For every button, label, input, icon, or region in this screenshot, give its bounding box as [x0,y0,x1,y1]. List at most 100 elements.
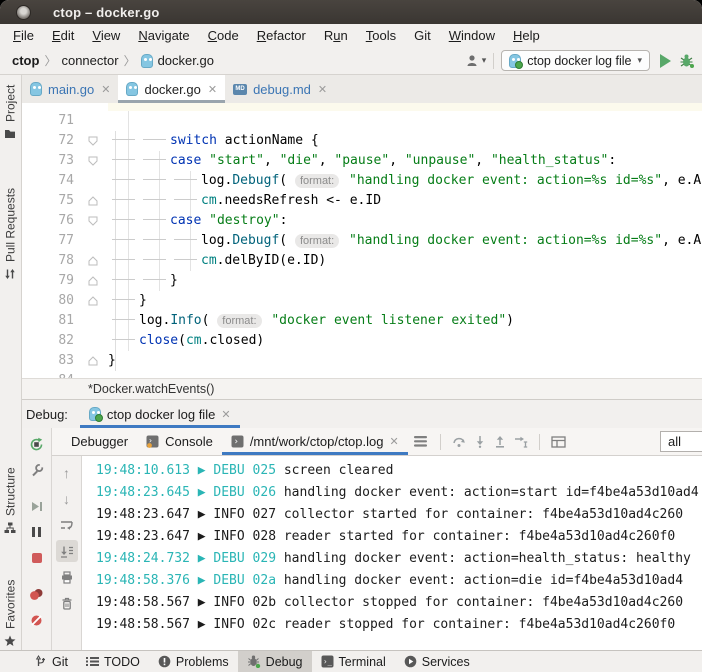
log-timestamp: 19:48:58.567 [96,617,198,632]
line-number[interactable]: 79 [22,271,80,291]
menu-navigate[interactable]: Navigate [129,26,198,45]
log-level-filter[interactable]: all [660,431,702,452]
line-number[interactable]: 78 [22,251,80,271]
sidebar-item-pull-requests[interactable]: Pull Requests [0,159,21,309]
console-tab--mnt-work-ctop-ctop-log[interactable]: ›/mnt/work/ctop/ctop.log✕ [222,428,408,455]
statusbar-item-debug[interactable]: Debug [238,651,312,672]
line-number[interactable]: 73 [22,151,80,171]
step-out-icon[interactable] [494,435,506,448]
statusbar-item-terminal[interactable]: ›_Terminal [312,651,395,672]
statusbar-item-services[interactable]: Services [395,651,479,672]
resume-program-icon[interactable] [26,495,48,517]
debug-button[interactable] [679,53,694,68]
pause-program-icon[interactable] [26,521,48,543]
settings-wrench-icon[interactable] [26,459,48,481]
fold-column[interactable] [80,311,108,331]
debug-session-tab[interactable]: ctop docker log file ✕ [80,400,240,428]
fold-column[interactable] [80,231,108,251]
up-stack-icon[interactable]: ↑ [56,462,78,484]
breadcrumb-item-ctop[interactable]: ctop [12,53,39,68]
options-menu-icon[interactable] [414,436,427,447]
line-number[interactable]: 77 [22,231,80,251]
fold-column[interactable] [80,171,108,191]
menu-help[interactable]: Help [504,26,549,45]
run-button[interactable] [660,54,671,68]
fold-column[interactable] [80,131,108,151]
line-number[interactable]: 76 [22,211,80,231]
fold-column[interactable] [80,151,108,171]
close-icon[interactable]: ✕ [221,408,230,421]
fold-column[interactable] [80,271,108,291]
line-number[interactable]: 74 [22,171,80,191]
fold-column[interactable] [80,251,108,271]
user-account-icon[interactable]: ▾ [466,54,487,67]
line-number[interactable]: 75 [22,191,80,211]
close-icon[interactable]: ✕ [318,83,327,96]
step-over-icon[interactable] [452,435,466,448]
token: } [170,273,178,288]
line-number[interactable]: 82 [22,331,80,351]
line-number[interactable]: 81 [22,311,80,331]
close-icon[interactable]: ✕ [389,435,398,448]
stop-button[interactable] [26,547,48,569]
statusbar-item-problems[interactable]: Problems [149,651,238,672]
breadcrumb-item-docker.go[interactable]: docker.go [158,53,214,68]
fold-column[interactable] [80,211,108,231]
line-number[interactable]: 71 [22,111,80,131]
breadcrumb-item-connector[interactable]: connector [61,53,118,68]
rerun-icon[interactable] [26,433,48,455]
menu-run[interactable]: Run [315,26,357,45]
menu-git[interactable]: Git [405,26,440,45]
token: Debugf [232,173,279,188]
fold-column[interactable] [80,351,108,371]
mute-breakpoints-icon[interactable] [26,609,48,631]
tab-whitespace [112,279,135,280]
fold-column[interactable] [80,331,108,351]
tab-main.go[interactable]: main.go✕ [22,75,118,103]
menu-tools[interactable]: Tools [357,26,405,45]
close-icon[interactable]: ✕ [101,83,110,96]
statusbar-item-git[interactable]: Git [26,651,77,672]
print-icon[interactable] [56,566,78,588]
step-into-icon[interactable] [474,435,486,448]
line-number[interactable]: 72 [22,131,80,151]
line-number[interactable]: 80 [22,291,80,311]
console-tab-debugger[interactable]: Debugger [62,428,137,455]
sidebar-item-favorites[interactable]: Favorites [0,563,21,663]
menu-refactor[interactable]: Refactor [248,26,315,45]
sidebar-item-project[interactable]: Project [0,79,21,145]
menu-file[interactable]: File [4,26,43,45]
line-number[interactable]: 84 [22,371,80,378]
scroll-to-end-icon[interactable] [56,540,78,562]
tab-whitespace [112,259,135,260]
fold-column[interactable] [80,291,108,311]
stripe-label: Project [4,85,18,122]
sidebar-item-structure[interactable]: Structure [0,445,21,557]
close-icon[interactable]: ✕ [208,83,217,96]
menu-view[interactable]: View [83,26,129,45]
restore-layout-icon[interactable] [551,436,566,448]
console-log-output[interactable]: 19:48:10.613 ▶ DEBU 025 screen cleared19… [82,456,702,650]
fold-column[interactable] [80,371,108,378]
menu-code[interactable]: Code [199,26,248,45]
console-tab-console[interactable]: ›Console [137,428,222,455]
menu-edit[interactable]: Edit [43,26,83,45]
code-line-82: 82close(cm.closed) [22,331,702,351]
statusbar-item-todo[interactable]: TODO [77,651,149,672]
fold-column[interactable] [80,191,108,211]
run-configuration-select[interactable]: ctop docker log file ▾ [501,50,650,71]
window-close-button[interactable] [16,5,31,20]
line-number[interactable]: 83 [22,351,80,371]
run-to-cursor-icon[interactable] [514,435,528,448]
tab-docker.go[interactable]: docker.go✕ [118,75,225,103]
code-text: } [108,291,702,311]
down-stack-icon[interactable]: ↓ [56,488,78,510]
editor-breadcrumb-bar[interactable]: *Docker.watchEvents() [22,378,702,400]
code-editor[interactable]: 70actionName := strings.Split(e.Action, … [22,103,702,378]
fold-column[interactable] [80,111,108,131]
menu-window[interactable]: Window [440,26,504,45]
tab-debug.md[interactable]: debug.md✕ [225,75,335,103]
clear-all-trash-icon[interactable] [56,592,78,614]
soft-wrap-icon[interactable] [56,514,78,536]
view-breakpoints-icon[interactable] [26,583,48,605]
